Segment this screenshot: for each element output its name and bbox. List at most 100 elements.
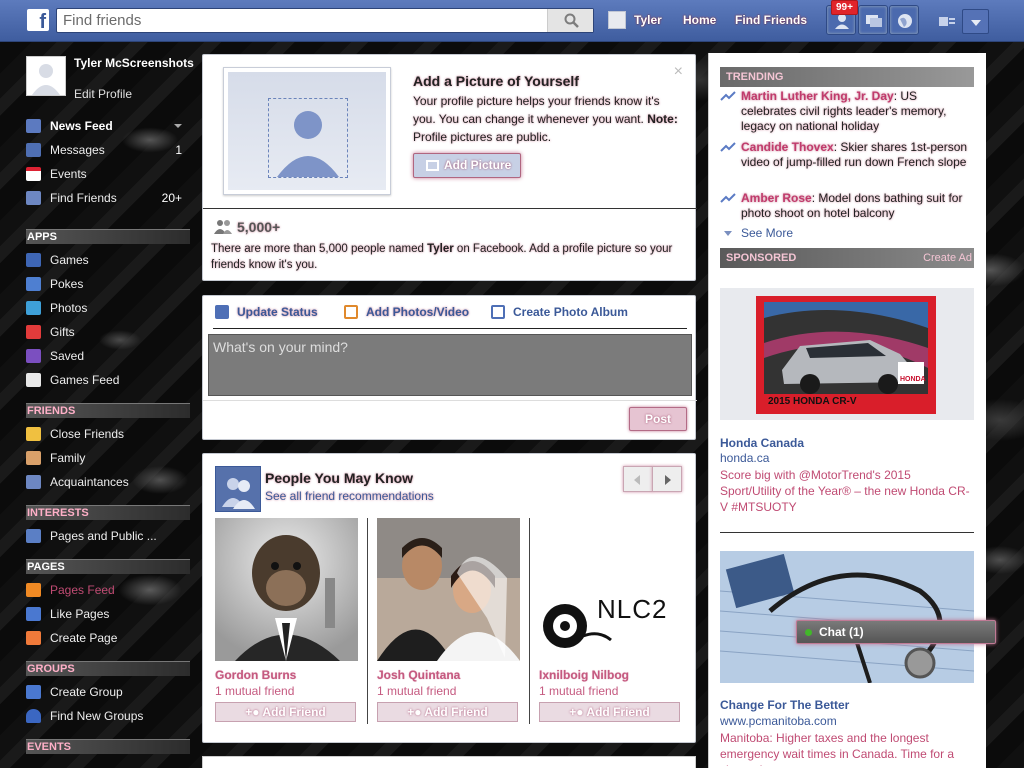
honda-logo-text: HONDA <box>900 376 926 383</box>
acquaintances-icon <box>26 475 41 489</box>
sidebar-item-games-feed[interactable]: Games Feed <box>26 370 186 390</box>
search-button[interactable] <box>547 9 593 32</box>
add-friend-button[interactable]: +● Add Friend <box>539 702 680 722</box>
chat-label: Chat (1) <box>819 625 864 639</box>
sidebar-item-pokes[interactable]: Pokes <box>26 274 186 294</box>
trending-arrow-icon <box>720 193 736 203</box>
search-icon <box>564 13 579 28</box>
section-header-groups[interactable]: GROUPS <box>26 661 190 676</box>
person-card: Josh Quintana 1 mutual friend +● Add Fri… <box>377 518 522 724</box>
divider <box>203 208 697 209</box>
sidebar-item-gifts[interactable]: Gifts <box>26 322 186 342</box>
ad-body[interactable]: Score big with @MotorTrend's 2015 Sport/… <box>720 467 974 515</box>
add-picture-description: Your profile picture helps your friends … <box>413 94 660 126</box>
sidebar-item-family[interactable]: Family <box>26 448 186 468</box>
nav-find-friends-link[interactable]: Find Friends <box>735 13 807 27</box>
section-header-interests[interactable]: INTERESTS <box>26 505 190 520</box>
nlc2-logo-image <box>543 604 612 648</box>
sidebar-item-label: Games Feed <box>50 373 120 387</box>
mutual-friends[interactable]: 1 mutual friend <box>539 684 618 698</box>
ad-title[interactable]: Honda Canada <box>720 436 804 450</box>
add-picture-button-label: Add Picture <box>444 158 512 172</box>
ad-image-caption: 2015 HONDA CR-V <box>768 396 857 407</box>
sidebar-item-like-pages[interactable]: Like Pages <box>26 604 186 624</box>
person-name[interactable]: Gordon Burns <box>215 668 296 682</box>
pc-manitoba-ad-image[interactable] <box>720 551 974 683</box>
chevron-right-icon[interactable] <box>652 466 682 492</box>
sidebar-item-pages-public[interactable]: Pages and Public ... <box>26 526 186 546</box>
sidebar-item-games[interactable]: Games <box>26 250 186 270</box>
account-settings-caret[interactable] <box>962 9 989 34</box>
post-button[interactable]: Post <box>629 407 687 431</box>
section-header-friends[interactable]: FRIENDS <box>26 403 190 418</box>
profile-name[interactable]: Tyler McScreenshots <box>74 56 194 71</box>
edit-profile-link[interactable]: Edit Profile <box>74 87 132 101</box>
close-icon[interactable]: × <box>674 63 683 81</box>
chevron-left-icon[interactable] <box>623 466 653 492</box>
sidebar-item-photos[interactable]: Photos <box>26 298 186 318</box>
name-count-text-name: Tyler <box>427 243 454 255</box>
nav-profile-link[interactable]: Tyler <box>634 13 662 27</box>
sidebar-item-create-group[interactable]: Create Group <box>26 682 186 702</box>
find-friends-count: 20+ <box>161 191 182 205</box>
add-picture-button[interactable]: Add Picture <box>413 153 521 178</box>
sidebar-item-pages-feed[interactable]: Pages Feed <box>26 580 186 600</box>
person-name[interactable]: Ixnilboig Nilbog <box>539 668 629 682</box>
nav-home-link[interactable]: Home <box>683 13 716 27</box>
see-more-link[interactable]: See More <box>741 226 793 240</box>
mutual-friends[interactable]: 1 mutual friend <box>377 684 456 698</box>
messages-jewel[interactable] <box>858 5 888 35</box>
trending-item[interactable]: Martin Luther King, Jr. Day: US celebrat… <box>720 89 974 137</box>
add-friend-button[interactable]: +● Add Friend <box>215 702 356 722</box>
chat-tab[interactable]: Chat (1) <box>796 620 996 644</box>
name-count-text: There are more than 5,000 people named T… <box>211 241 681 273</box>
facebook-logo[interactable]: f <box>27 9 49 31</box>
chevron-down-icon[interactable] <box>174 124 182 128</box>
sidebar-item-find-friends[interactable]: Find Friends 20+ <box>26 188 186 208</box>
ad-title[interactable]: Change For The Better <box>720 698 849 712</box>
person-name[interactable]: Josh Quintana <box>377 668 460 682</box>
section-header-events[interactable]: EVENTS <box>26 739 190 754</box>
right-column: TRENDING Martin Luther King, Jr. Day: US… <box>708 42 1008 768</box>
note-label: Note: <box>647 112 678 126</box>
add-picture-text: Your profile picture helps your friends … <box>413 92 683 146</box>
sidebar-item-news-feed[interactable]: News Feed <box>26 116 186 136</box>
profile-picture[interactable] <box>26 56 66 96</box>
sidebar-item-create-page[interactable]: Create Page <box>26 628 186 648</box>
top-bar: f Tyler Home Find Friends 99+ <box>0 0 1024 42</box>
sidebar-item-saved[interactable]: Saved <box>26 346 186 366</box>
trending-item[interactable]: Candide Thovex: Skier shares 1st-person … <box>720 140 974 188</box>
sidebar-item-events[interactable]: Events <box>26 164 186 184</box>
notifications-jewel[interactable] <box>889 5 919 35</box>
album-icon <box>491 305 505 319</box>
status-input[interactable] <box>208 334 692 396</box>
sidebar-item-close-friends[interactable]: Close Friends <box>26 424 186 444</box>
section-header-apps[interactable]: APPS <box>26 229 190 244</box>
add-picture-title: Add a Picture of Yourself <box>413 73 579 89</box>
profile-picture-placeholder[interactable] <box>223 67 391 195</box>
honda-ad-image[interactable]: 2015 HONDA CR-V HONDA <box>720 288 974 420</box>
chevron-down-icon <box>724 231 732 236</box>
create-ad-link[interactable]: Create Ad <box>923 248 972 268</box>
ad-body[interactable]: Manitoba: Higher taxes and the longest e… <box>720 730 974 766</box>
silhouette-icon <box>277 111 339 177</box>
sidebar-item-messages[interactable]: Messages 1 <box>26 140 186 160</box>
name-count: 5,000+ <box>213 219 280 235</box>
section-header-pages[interactable]: PAGES <box>26 559 190 574</box>
people-you-may-know-title: People You May Know <box>265 470 414 486</box>
sidebar-item-find-groups[interactable]: Find New Groups <box>26 706 186 726</box>
mutual-friends[interactable]: 1 mutual friend <box>215 684 294 698</box>
pencil-icon <box>215 305 229 319</box>
user-avatar[interactable] <box>608 11 626 29</box>
privacy-shortcuts-icon[interactable] <box>939 13 955 27</box>
trending-item[interactable]: Amber Rose: Model dons bathing suit for … <box>720 191 974 225</box>
person-photo[interactable] <box>215 518 358 661</box>
person-photo[interactable] <box>377 518 520 661</box>
ad-url[interactable]: www.pcmanitoba.com <box>720 714 837 728</box>
sidebar-item-acquaintances[interactable]: Acquaintances <box>26 472 186 492</box>
ad-url[interactable]: honda.ca <box>720 451 769 465</box>
person-photo[interactable]: NLC2 <box>539 518 682 661</box>
see-all-recommendations-link[interactable]: See all friend recommendations <box>265 489 434 503</box>
search-input[interactable] <box>63 11 543 30</box>
add-friend-button[interactable]: +● Add Friend <box>377 702 518 722</box>
